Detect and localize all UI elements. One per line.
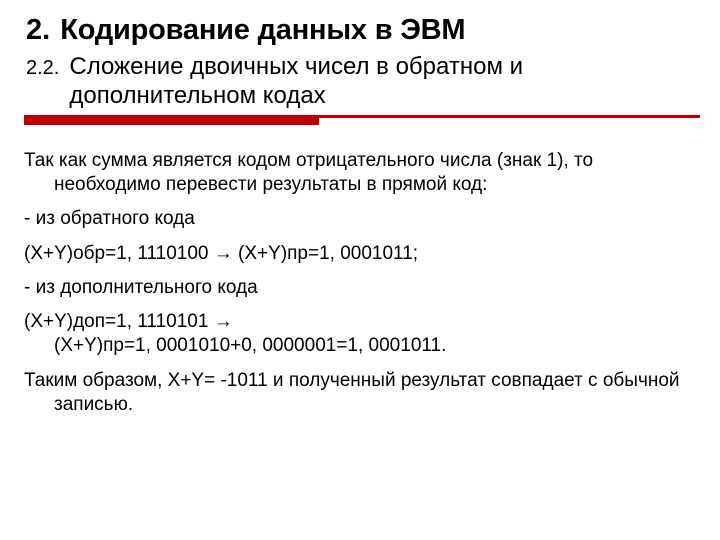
paragraph-intro: Так как сумма является кодом отрицательн…	[24, 149, 700, 198]
accent-rule-thin	[319, 115, 700, 118]
formula-complement-rest: (X+Y)пр=1, 0001010+0, 0000001=1, 0001011…	[24, 334, 446, 358]
formula-complement-left: (Х+Y)доп=1, 1110101	[24, 311, 208, 332]
formula-inverse-left: (Х+Y)обр=1, 1110100	[24, 243, 208, 264]
subtitle-row: 2.2. Сложение двоичных чисел в обратном …	[24, 53, 700, 111]
formula-inverse: (Х+Y)обр=1, 1110100 → (Х+Y)пр=1, 0001011…	[24, 242, 700, 266]
arrow-icon: →	[214, 311, 233, 332]
formula-inverse-right: (Х+Y)пр=1, 0001011;	[238, 243, 418, 264]
accent-rule-thick	[24, 115, 319, 125]
subsection-number: 2.2.	[26, 57, 59, 80]
paragraph-conclusion: Таким образом, X+Y= -1011 и полученный р…	[24, 369, 700, 418]
paragraph-from-complement: - из дополнительного кода	[24, 276, 700, 300]
title-row: 2. Кодирование данных в ЭВМ	[24, 14, 700, 47]
accent-rule	[24, 115, 700, 139]
section-number: 2.	[26, 14, 50, 47]
arrow-icon: →	[214, 243, 233, 264]
paragraph-from-inverse: - из обратного кода	[24, 207, 700, 231]
section-title: Кодирование данных в ЭВМ	[60, 14, 465, 47]
slide-body: Так как сумма является кодом отрицательн…	[24, 149, 700, 418]
subsection-title: Сложение двоичных чисел в обратном и доп…	[69, 53, 700, 111]
formula-complement: (Х+Y)доп=1, 1110101 → (X+Y)пр=1, 0001010…	[24, 310, 700, 359]
